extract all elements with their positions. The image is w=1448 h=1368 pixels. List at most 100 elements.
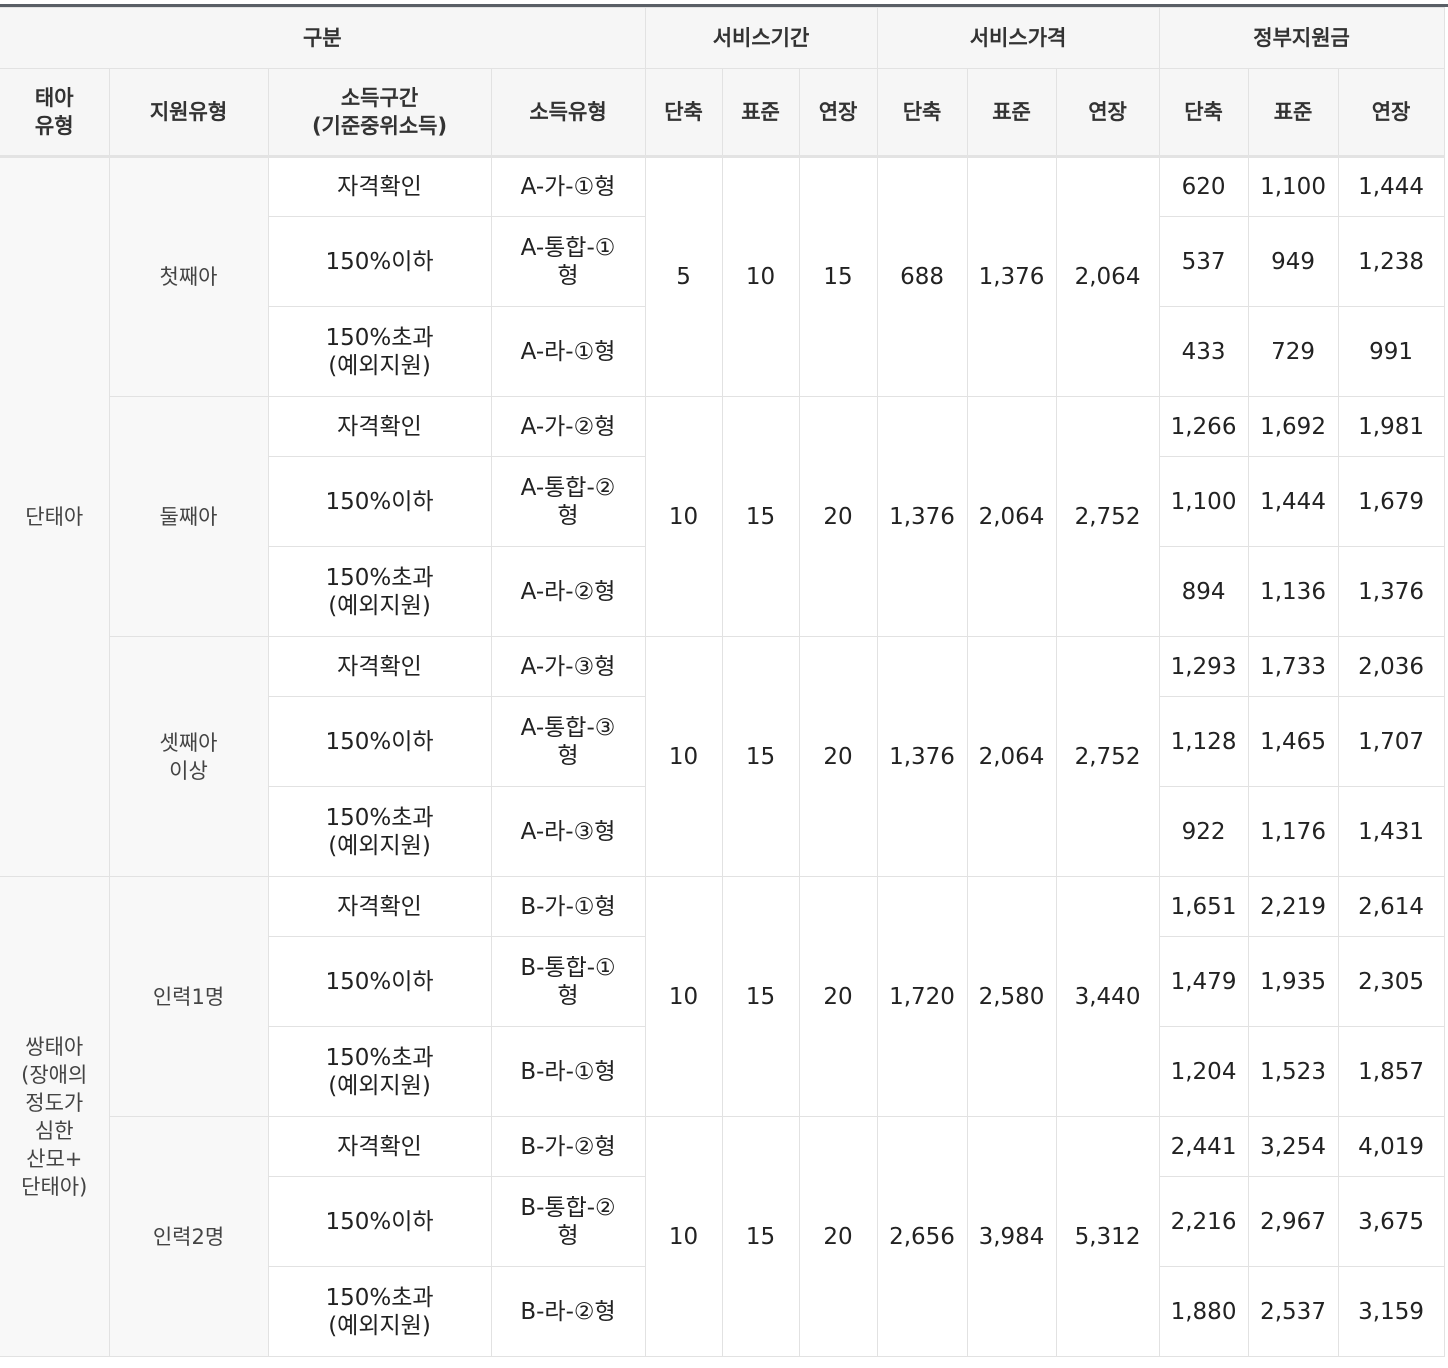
fetus-type-cell: 단태아 bbox=[0, 156, 110, 877]
income-type-cell: A-통합-② 형 bbox=[490, 456, 646, 547]
header-group: 구분 bbox=[0, 7, 646, 69]
income-range-cell: 150%이하 bbox=[268, 1176, 492, 1267]
gov-standard-cell: 2,219 bbox=[1247, 876, 1339, 937]
period-standard-cell: 15 bbox=[721, 636, 800, 877]
income-type-cell: B-통합-① 형 bbox=[490, 936, 646, 1027]
price-standard-cell: 1,376 bbox=[966, 156, 1057, 397]
price-standard-cell: 3,984 bbox=[966, 1116, 1057, 1357]
gov-extended-cell: 2,614 bbox=[1337, 876, 1445, 937]
gov-short-cell: 620 bbox=[1158, 156, 1249, 217]
income-range-cell: 150%초과 (예외지원) bbox=[268, 306, 492, 397]
gov-standard-cell: 1,136 bbox=[1247, 546, 1339, 637]
support-type-cell: 둘째아 bbox=[109, 396, 269, 637]
gov-short-cell: 1,266 bbox=[1158, 396, 1249, 457]
header-service-price: 서비스가격 bbox=[876, 7, 1160, 69]
gov-short-cell: 433 bbox=[1158, 306, 1249, 397]
header-support-type: 지원유형 bbox=[108, 68, 269, 158]
header-price-short: 단축 bbox=[876, 68, 968, 158]
price-short-cell: 688 bbox=[876, 156, 968, 397]
income-range-cell: 150%초과 (예외지원) bbox=[268, 546, 492, 637]
income-range-cell: 150%초과 (예외지원) bbox=[268, 786, 492, 877]
gov-standard-cell: 2,537 bbox=[1247, 1266, 1339, 1357]
period-short-cell: 5 bbox=[644, 156, 723, 397]
gov-short-cell: 2,216 bbox=[1158, 1176, 1249, 1267]
gov-extended-cell: 1,679 bbox=[1337, 456, 1445, 547]
support-type-cell: 첫째아 bbox=[108, 156, 269, 397]
header-row-1: 구분 서비스기간 서비스가격 정부지원금 bbox=[0, 7, 1445, 69]
gov-short-cell: 537 bbox=[1158, 216, 1249, 307]
gov-standard-cell: 1,100 bbox=[1247, 156, 1339, 217]
gov-standard-cell: 1,444 bbox=[1247, 456, 1339, 547]
header-income-type: 소득유형 bbox=[490, 68, 646, 158]
income-range-cell: 150%초과 (예외지원) bbox=[268, 1266, 492, 1357]
gov-extended-cell: 1,376 bbox=[1337, 546, 1445, 637]
header-price-extended: 연장 bbox=[1055, 68, 1160, 158]
income-type-cell: A-라-③형 bbox=[490, 786, 646, 877]
gov-standard-cell: 1,733 bbox=[1247, 636, 1339, 697]
header-gov-extended: 연장 bbox=[1337, 68, 1445, 158]
period-short-cell: 10 bbox=[644, 876, 723, 1117]
header-service-period: 서비스기간 bbox=[644, 7, 878, 69]
gov-extended-cell: 2,036 bbox=[1337, 636, 1445, 697]
header-income-range: 소득구간 (기준중위소득) bbox=[267, 68, 492, 158]
support-type-cell: 인력1명 bbox=[108, 876, 269, 1117]
gov-short-cell: 1,651 bbox=[1158, 876, 1249, 937]
price-short-cell: 2,656 bbox=[876, 1116, 968, 1357]
gov-standard-cell: 949 bbox=[1247, 216, 1339, 307]
price-extended-cell: 5,312 bbox=[1055, 1116, 1160, 1357]
gov-standard-cell: 2,967 bbox=[1247, 1176, 1339, 1267]
header-price-standard: 표준 bbox=[966, 68, 1057, 158]
gov-short-cell: 2,441 bbox=[1158, 1116, 1249, 1177]
income-type-cell: B-라-①형 bbox=[490, 1026, 646, 1117]
header-fetus-type: 태아 유형 bbox=[0, 68, 110, 158]
income-range-cell: 150%초과 (예외지원) bbox=[268, 1026, 492, 1117]
page: 구분 서비스기간 서비스가격 정부지원금 태아 유형 지원유형 소득구간 (기준중위… bbox=[0, 0, 1448, 1368]
header-gov-short: 단축 bbox=[1158, 68, 1249, 158]
gov-extended-cell: 1,444 bbox=[1337, 156, 1445, 217]
gov-short-cell: 1,204 bbox=[1158, 1026, 1249, 1117]
period-standard-cell: 15 bbox=[721, 396, 800, 637]
price-extended-cell: 2,064 bbox=[1055, 156, 1160, 397]
fetus-type-cell: 쌍태아 (장애의 정도가 심한 산모+ 단태아) bbox=[0, 876, 110, 1357]
price-short-cell: 1,376 bbox=[876, 636, 968, 877]
period-standard-cell: 15 bbox=[721, 876, 800, 1117]
table-row: 셋째아 이상 자격확인 A-가-③형 10 15 20 1,376 2,064 2,752 1,29… bbox=[0, 636, 1445, 877]
header-gov-standard: 표준 bbox=[1247, 68, 1339, 158]
gov-extended-cell: 1,238 bbox=[1337, 216, 1445, 307]
gov-standard-cell: 729 bbox=[1247, 306, 1339, 397]
income-type-cell: A-가-②형 bbox=[490, 396, 646, 457]
gov-short-cell: 1,880 bbox=[1158, 1266, 1249, 1357]
income-type-cell: A-통합-① 형 bbox=[490, 216, 646, 307]
table-header: 구분 서비스기간 서비스가격 정부지원금 태아 유형 지원유형 소득구간 (기준중위… bbox=[0, 7, 1445, 158]
income-range-cell: 150%이하 bbox=[268, 936, 492, 1027]
income-type-cell: B-통합-② 형 bbox=[490, 1176, 646, 1267]
gov-extended-cell: 1,981 bbox=[1337, 396, 1445, 457]
income-type-cell: A-라-②형 bbox=[490, 546, 646, 637]
income-range-cell: 자격확인 bbox=[267, 156, 492, 217]
price-short-cell: 1,376 bbox=[876, 396, 968, 637]
gov-short-cell: 1,479 bbox=[1158, 936, 1249, 1027]
gov-short-cell: 922 bbox=[1158, 786, 1249, 877]
gov-standard-cell: 1,523 bbox=[1247, 1026, 1339, 1117]
header-period-short: 단축 bbox=[644, 68, 723, 158]
support-type-cell: 셋째아 이상 bbox=[109, 636, 269, 877]
table-row: 쌍태아 (장애의 정도가 심한 산모+ 단태아) 인력1명 자격확인 B-가-①형 10 15 20 1… bbox=[0, 876, 1445, 1357]
table-body: 단태아 첫째아 자격확인 A-가-①형 5 10 15 688 1,376 2,064 620 1,1… bbox=[0, 156, 1445, 1357]
gov-extended-cell: 3,159 bbox=[1337, 1266, 1445, 1357]
income-range-cell: 150%이하 bbox=[268, 696, 492, 787]
period-standard-cell: 10 bbox=[721, 156, 800, 397]
income-type-cell: B-가-①형 bbox=[490, 876, 646, 937]
header-period-extended: 연장 bbox=[798, 68, 878, 158]
gov-standard-cell: 1,692 bbox=[1247, 396, 1339, 457]
income-range-cell: 150%이하 bbox=[268, 456, 492, 547]
period-extended-cell: 15 bbox=[798, 156, 878, 397]
income-range-cell: 150%이하 bbox=[268, 216, 492, 307]
income-type-cell: B-라-②형 bbox=[490, 1266, 646, 1357]
period-short-cell: 10 bbox=[644, 1116, 723, 1357]
price-short-cell: 1,720 bbox=[876, 876, 968, 1117]
income-type-cell: A-가-①형 bbox=[490, 156, 646, 217]
income-type-cell: A-통합-③ 형 bbox=[490, 696, 646, 787]
period-extended-cell: 20 bbox=[798, 636, 878, 877]
header-period-standard: 표준 bbox=[721, 68, 800, 158]
gov-standard-cell: 1,176 bbox=[1247, 786, 1339, 877]
